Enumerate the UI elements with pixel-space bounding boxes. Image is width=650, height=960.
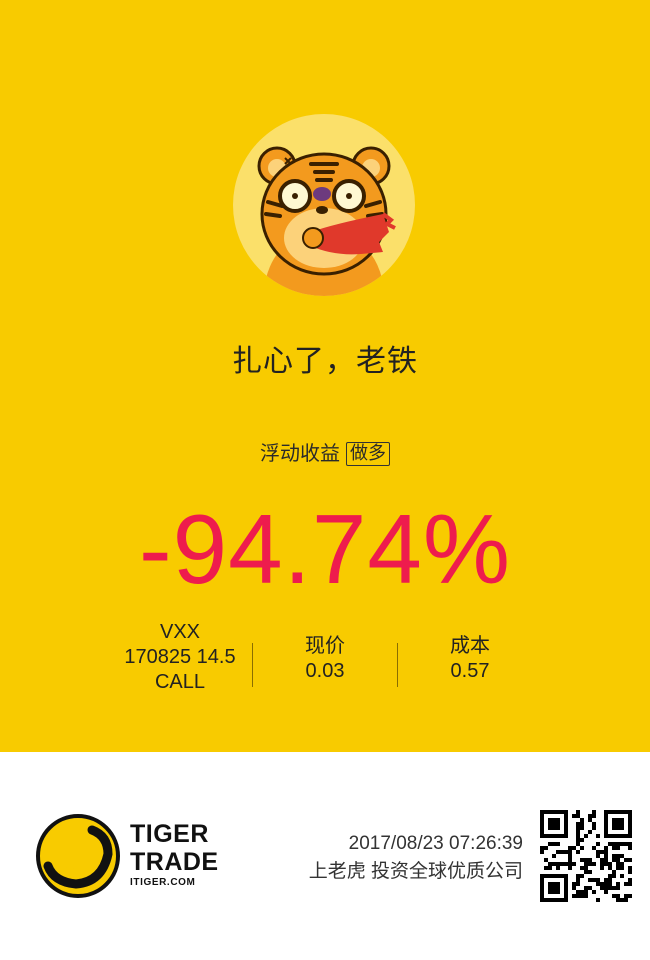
floating-pnl-label: 浮动收益 [260,441,340,465]
contract-info: VXX 170825 14.5 CALL [110,620,250,695]
cost-label: 成本 [450,635,490,657]
share-card: 扎心了，老铁 浮动收益 做多 -94.74% VXX 170825 14.5 CA… [0,0,650,752]
slogan: 上老虎 投资全球优质公司 [308,861,523,882]
current-price: 现价 0.03 [270,634,380,684]
timestamp: 2017/08/23 07:26:39 [348,833,523,854]
divider [397,643,398,687]
position-stats: VXX 170825 14.5 CALL 现价 0.03 成本 0.57 [110,620,540,695]
cost-value: 0.57 [450,660,490,682]
floating-pnl-row: 浮动收益 做多 [0,437,650,466]
tiger-trade-logo-icon [36,814,120,898]
pnl-percent: -94.74% [138,494,511,604]
contract-symbol: VXX [159,621,201,643]
footer-meta: 2017/08/23 07:26:39 上老虎 投资全球优质公司 [309,830,523,886]
brand-line-2: TRADE [130,848,219,876]
tiger-mascot-icon [233,114,415,296]
current-price-value: 0.03 [305,660,345,682]
headline: 扎心了，老铁 [232,344,418,379]
long-position-tag: 做多 [346,442,390,466]
divider [252,643,253,687]
contract-type: CALL [154,671,206,693]
brand-site: ITIGER.COM [130,877,196,888]
current-price-label: 现价 [305,635,345,657]
brand-line-1: TIGER [130,820,209,848]
qr-code-icon [540,810,632,902]
brand-wordmark: TIGER TRADE ITIGER.COM [130,820,219,890]
cost-price: 成本 0.57 [415,634,525,684]
contract-expiry-strike: 170825 14.5 [124,646,236,668]
